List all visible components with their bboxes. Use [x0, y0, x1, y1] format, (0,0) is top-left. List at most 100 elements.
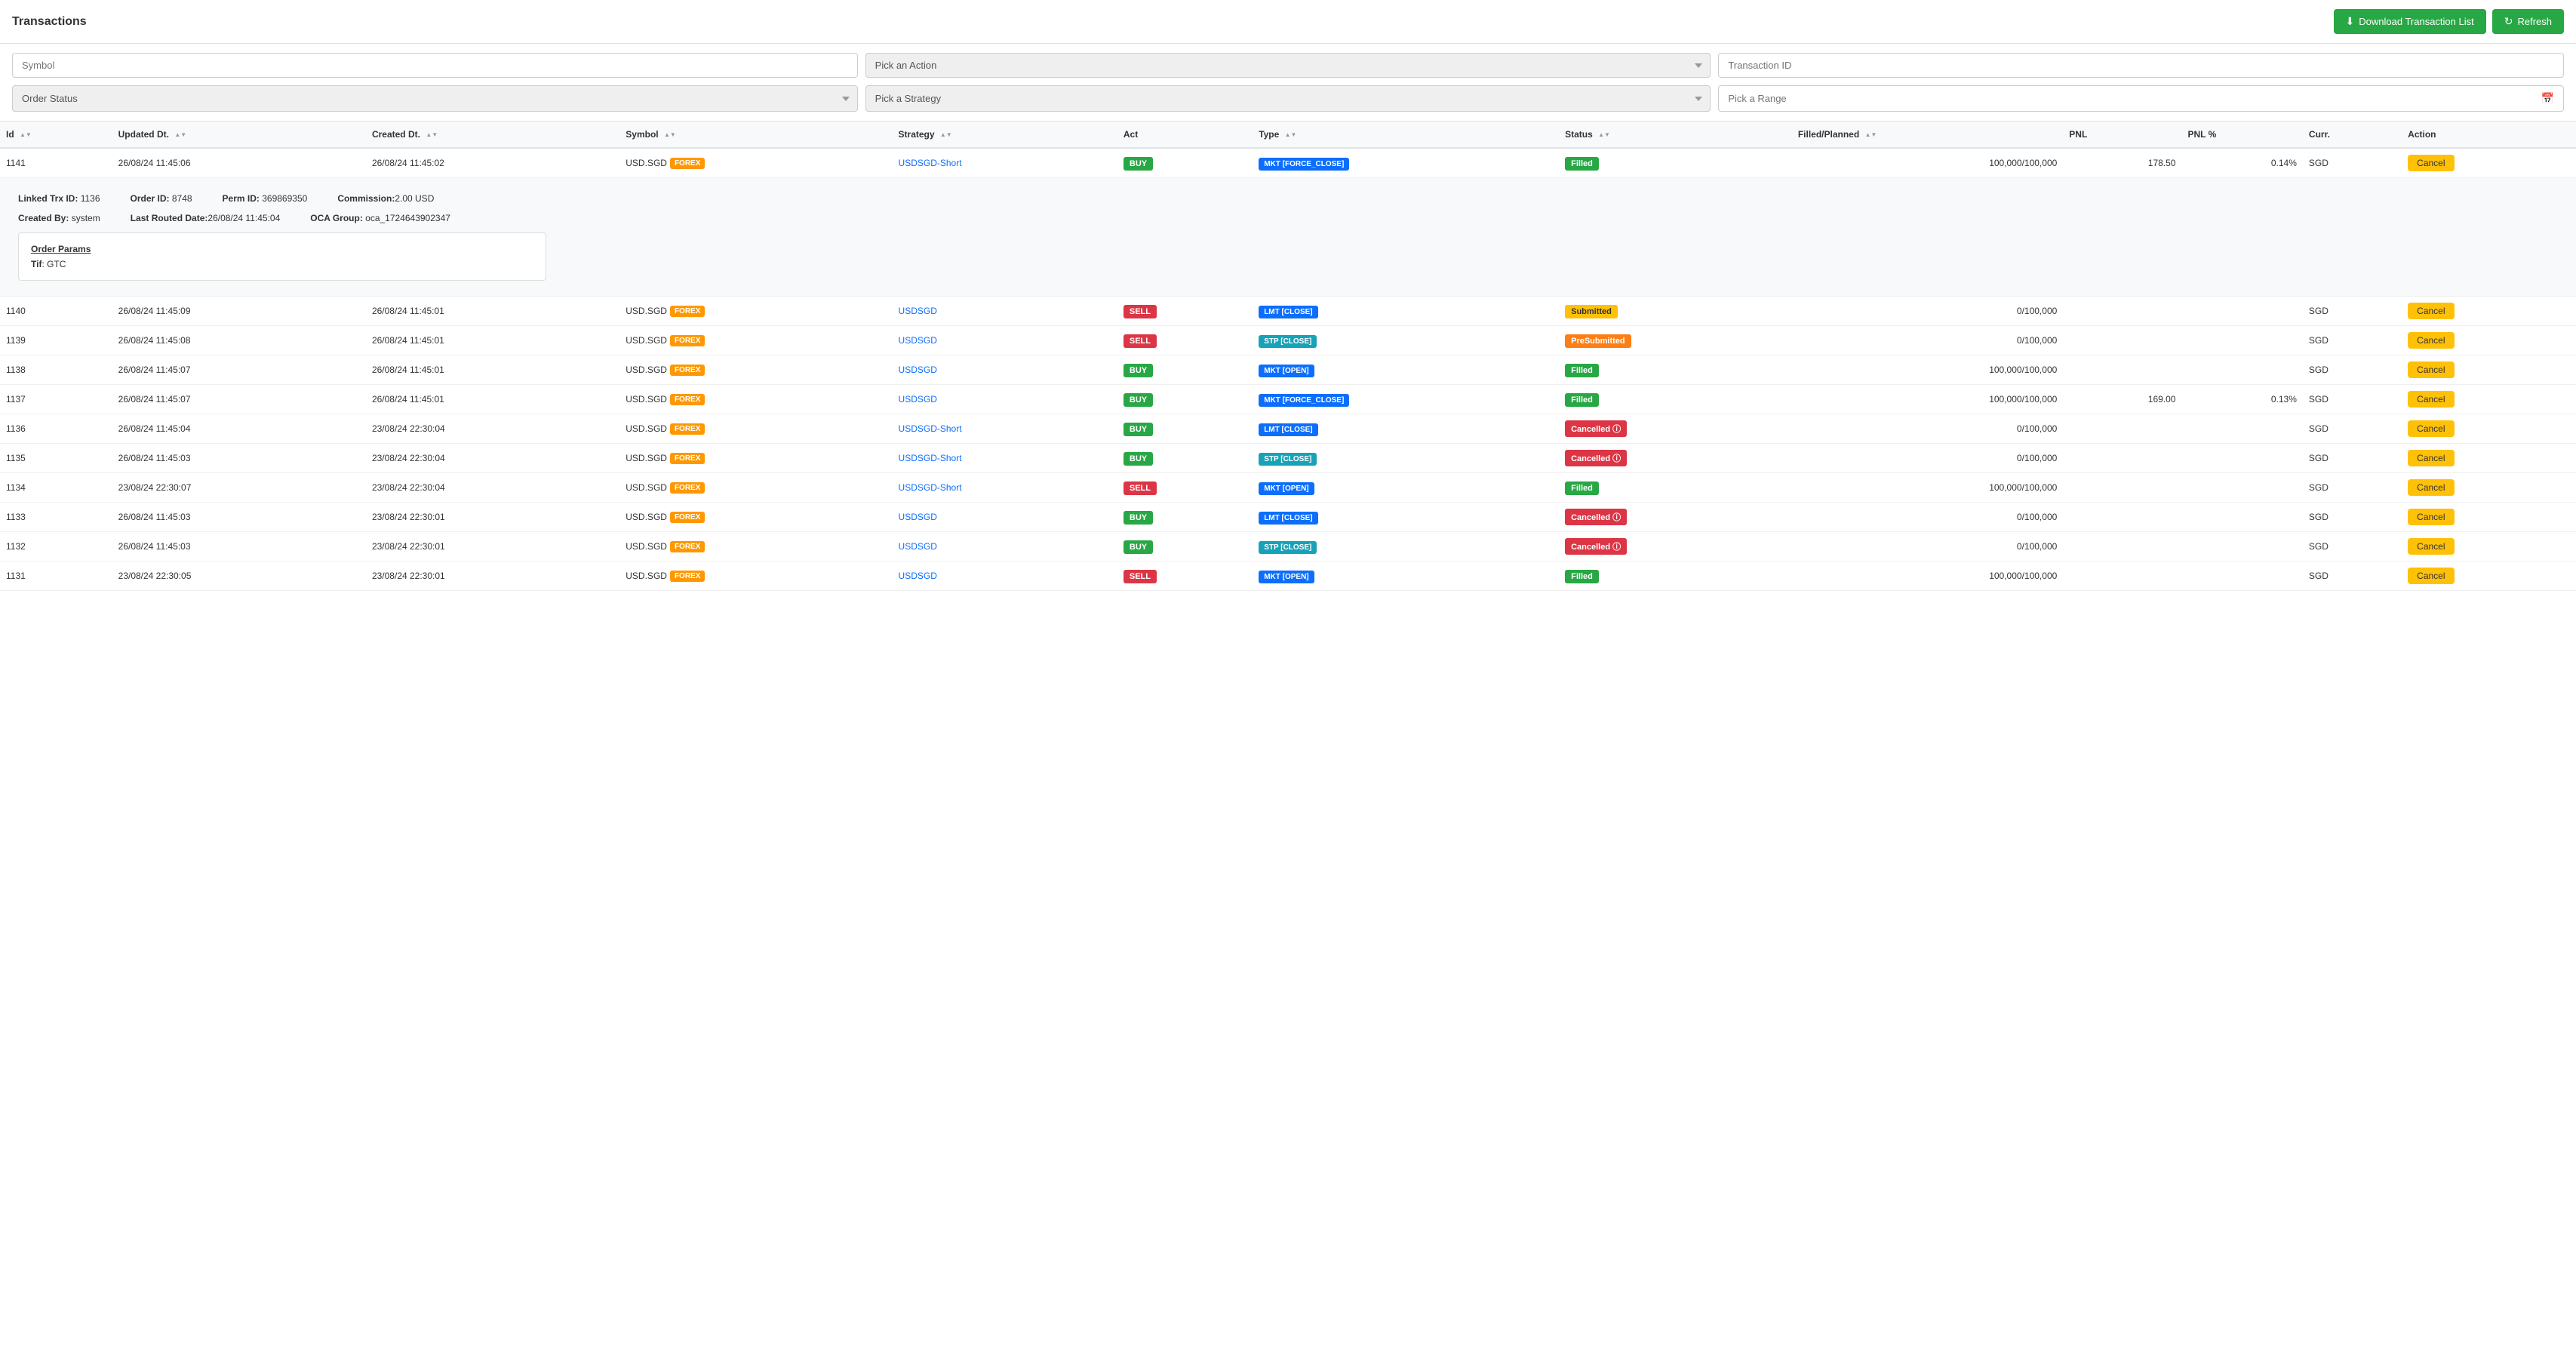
strategy-link[interactable]: USDSGD-Short — [899, 482, 962, 493]
cell-id: 1131 — [0, 561, 112, 591]
cell-act: BUY — [1117, 385, 1253, 414]
col-pnl: PNL — [2063, 122, 2181, 149]
cell-curr: SGD — [2303, 503, 2402, 532]
cancel-button[interactable]: Cancel — [2408, 538, 2454, 555]
cell-strategy: USDSGD-Short — [893, 473, 1117, 503]
cell-filled-planned: 0/100,000 — [1792, 326, 2063, 355]
symbol-text: USD.SGD — [626, 571, 667, 581]
transaction-id-input[interactable] — [1718, 53, 2564, 78]
cancel-button[interactable]: Cancel — [2408, 509, 2454, 525]
symbol-text: USD.SGD — [626, 394, 667, 405]
cell-symbol: USD.SGD FOREX — [619, 532, 892, 561]
cell-pnl — [2063, 561, 2181, 591]
cell-updated-dt: 26/08/24 11:45:03 — [112, 503, 366, 532]
cell-created-dt: 26/08/24 11:45:01 — [366, 326, 619, 355]
cell-act: BUY — [1117, 414, 1253, 444]
forex-badge: FOREX — [670, 306, 705, 317]
table-header: Id ▲▼ Updated Dt. ▲▼ Created Dt. ▲▼ Symb… — [0, 122, 2576, 149]
range-picker[interactable]: 📅 — [1718, 85, 2564, 112]
cell-created-dt: 23/08/24 22:30:01 — [366, 532, 619, 561]
table-row[interactable]: 1133 26/08/24 11:45:03 23/08/24 22:30:01… — [0, 503, 2576, 532]
symbol-input[interactable] — [12, 53, 858, 78]
strategy-link[interactable]: USDSGD — [899, 335, 937, 346]
act-badge: SELL — [1124, 570, 1157, 583]
cell-act: SELL — [1117, 473, 1253, 503]
strategy-link[interactable]: USDSGD-Short — [899, 423, 962, 434]
cancel-button[interactable]: Cancel — [2408, 155, 2454, 171]
cell-id: 1141 — [0, 148, 112, 178]
table-row[interactable]: 1134 23/08/24 22:30:07 23/08/24 22:30:04… — [0, 473, 2576, 503]
table-row[interactable]: 1136 26/08/24 11:45:04 23/08/24 22:30:04… — [0, 414, 2576, 444]
cell-strategy: USDSGD-Short — [893, 148, 1117, 178]
order-status-select[interactable]: Order Status — [12, 85, 858, 112]
cell-type: LMT [CLOSE] — [1253, 503, 1559, 532]
cancel-button[interactable]: Cancel — [2408, 391, 2454, 408]
col-curr: Curr. — [2303, 122, 2402, 149]
cell-pnl — [2063, 473, 2181, 503]
type-badge: STP [CLOSE] — [1259, 541, 1317, 554]
cell-id: 1140 — [0, 297, 112, 326]
cancel-button[interactable]: Cancel — [2408, 303, 2454, 319]
cell-pnl — [2063, 355, 2181, 385]
cell-curr: SGD — [2303, 532, 2402, 561]
action-select[interactable]: Pick an Action — [865, 53, 1711, 78]
cell-created-dt: 23/08/24 22:30:04 — [366, 414, 619, 444]
cell-symbol: USD.SGD FOREX — [619, 561, 892, 591]
table-row[interactable]: 1135 26/08/24 11:45:03 23/08/24 22:30:04… — [0, 444, 2576, 473]
table-row[interactable]: 1137 26/08/24 11:45:07 26/08/24 11:45:01… — [0, 385, 2576, 414]
cell-id: 1132 — [0, 532, 112, 561]
refresh-button[interactable]: ↻ Refresh — [2492, 9, 2564, 34]
col-id: Id ▲▼ — [0, 122, 112, 149]
cell-type: LMT [CLOSE] — [1253, 297, 1559, 326]
cancel-button[interactable]: Cancel — [2408, 361, 2454, 378]
cell-pnl-pct — [2181, 473, 2302, 503]
header: Transactions ⬇ Download Transaction List… — [0, 0, 2576, 44]
cell-pnl: 178.50 — [2063, 148, 2181, 178]
cell-strategy: USDSGD — [893, 297, 1117, 326]
cell-action: Cancel — [2402, 355, 2576, 385]
strategy-select[interactable]: Pick a Strategy — [865, 85, 1711, 112]
status-badge: Cancelled ⓘ — [1565, 538, 1627, 555]
cell-created-dt: 26/08/24 11:45:01 — [366, 297, 619, 326]
cancel-button[interactable]: Cancel — [2408, 450, 2454, 466]
cancel-button[interactable]: Cancel — [2408, 332, 2454, 349]
cell-id: 1133 — [0, 503, 112, 532]
cell-type: MKT [FORCE_CLOSE] — [1253, 385, 1559, 414]
table-row[interactable]: 1132 26/08/24 11:45:03 23/08/24 22:30:01… — [0, 532, 2576, 561]
strategy-link[interactable]: USDSGD — [899, 541, 937, 552]
table-row[interactable]: 1139 26/08/24 11:45:08 26/08/24 11:45:01… — [0, 326, 2576, 355]
cancel-button[interactable]: Cancel — [2408, 420, 2454, 437]
strategy-link[interactable]: USDSGD-Short — [899, 158, 962, 168]
download-button[interactable]: ⬇ Download Transaction List — [2334, 9, 2486, 34]
cancel-button[interactable]: Cancel — [2408, 479, 2454, 496]
cell-symbol: USD.SGD FOREX — [619, 503, 892, 532]
table-row[interactable]: 1140 26/08/24 11:45:09 26/08/24 11:45:01… — [0, 297, 2576, 326]
symbol-text: USD.SGD — [626, 365, 667, 375]
cell-pnl-pct: 0.14% — [2181, 148, 2302, 178]
strategy-link[interactable]: USDSGD-Short — [899, 453, 962, 463]
expanded-meta-2: Created By: system Last Routed Date:26/0… — [18, 213, 2558, 223]
type-badge: MKT [OPEN] — [1259, 571, 1314, 583]
cell-symbol: USD.SGD FOREX — [619, 444, 892, 473]
cell-created-dt: 26/08/24 11:45:02 — [366, 148, 619, 178]
cell-action: Cancel — [2402, 503, 2576, 532]
status-badge: Cancelled ⓘ — [1565, 420, 1627, 437]
cell-act: BUY — [1117, 444, 1253, 473]
cell-status: Cancelled ⓘ — [1559, 414, 1792, 444]
cell-pnl — [2063, 414, 2181, 444]
table-row[interactable]: 1131 23/08/24 22:30:05 23/08/24 22:30:01… — [0, 561, 2576, 591]
cell-curr: SGD — [2303, 414, 2402, 444]
cell-action: Cancel — [2402, 444, 2576, 473]
cell-act: SELL — [1117, 297, 1253, 326]
table-row[interactable]: 1141 26/08/24 11:45:06 26/08/24 11:45:02… — [0, 148, 2576, 178]
strategy-link[interactable]: USDSGD — [899, 306, 937, 316]
table-row[interactable]: 1138 26/08/24 11:45:07 26/08/24 11:45:01… — [0, 355, 2576, 385]
act-badge: SELL — [1124, 481, 1157, 495]
strategy-link[interactable]: USDSGD — [899, 512, 937, 522]
header-actions: ⬇ Download Transaction List ↻ Refresh — [2334, 9, 2564, 34]
strategy-link[interactable]: USDSGD — [899, 571, 937, 581]
cell-status: Filled — [1559, 355, 1792, 385]
strategy-link[interactable]: USDSGD — [899, 365, 937, 375]
cancel-button[interactable]: Cancel — [2408, 568, 2454, 584]
strategy-link[interactable]: USDSGD — [899, 394, 937, 405]
